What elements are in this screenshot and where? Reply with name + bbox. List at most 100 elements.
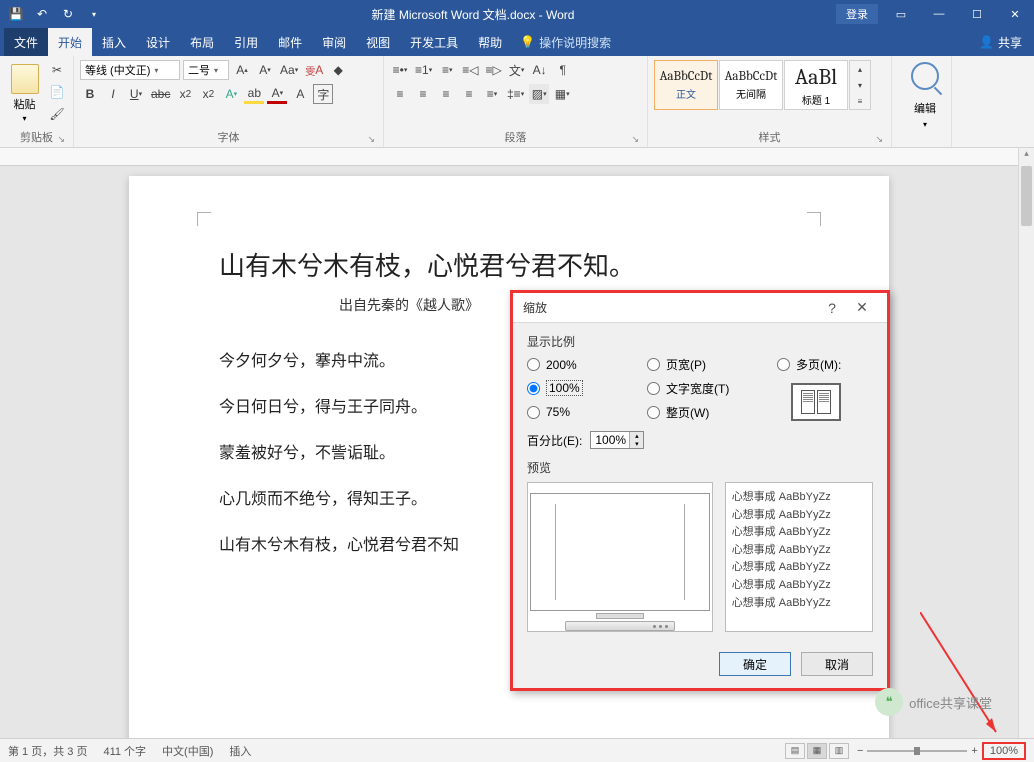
zoom-75[interactable]: 75% — [527, 403, 637, 421]
numbering-icon[interactable]: ≡1▾ — [413, 60, 434, 80]
minimize-icon[interactable]: — — [920, 0, 958, 28]
style-nospacing[interactable]: AaBbCcDt 无间隔 — [719, 60, 783, 110]
font-name-combo[interactable]: 等线 (中文正)▾ — [80, 60, 180, 80]
tab-insert[interactable]: 插入 — [92, 28, 136, 56]
zoom-out-icon[interactable]: − — [857, 745, 863, 757]
dialog-close-icon[interactable]: ✕ — [847, 299, 877, 316]
tab-references[interactable]: 引用 — [224, 28, 268, 56]
ribbon-options-icon[interactable]: ▭ — [882, 0, 920, 28]
grow-font-icon[interactable]: A▴ — [232, 60, 252, 80]
tab-file[interactable]: 文件 — [4, 28, 48, 56]
save-icon[interactable]: 💾 — [6, 4, 26, 24]
view-print-icon[interactable]: ▦ — [807, 743, 827, 759]
ok-button[interactable]: 确定 — [719, 652, 791, 676]
change-case-icon[interactable]: Aa▾ — [278, 60, 300, 80]
zoom-slider[interactable]: − + — [857, 745, 978, 757]
zoom-wholepage[interactable]: 整页(W) — [647, 403, 767, 421]
maximize-icon[interactable]: ☐ — [958, 0, 996, 28]
tab-review[interactable]: 审阅 — [312, 28, 356, 56]
shrink-font-icon[interactable]: A▾ — [255, 60, 275, 80]
decrease-indent-icon[interactable]: ≡◁ — [460, 60, 480, 80]
format-painter-icon[interactable]: 🖌 — [47, 104, 67, 124]
increase-indent-icon[interactable]: ≡▷ — [483, 60, 503, 80]
style-up-icon[interactable]: ▴ — [850, 61, 870, 77]
tab-design[interactable]: 设计 — [136, 28, 180, 56]
align-right-icon[interactable]: ≡ — [436, 84, 456, 104]
zoom-100[interactable]: 100% — [527, 379, 637, 397]
show-marks-icon[interactable]: ¶ — [553, 60, 573, 80]
tell-me-search[interactable]: 💡 操作说明搜索 — [520, 34, 611, 51]
zoom-multipage[interactable]: 多页(M): — [777, 356, 877, 373]
zoom-pagewidth[interactable]: 页宽(P) — [647, 356, 767, 373]
font-size-combo[interactable]: 二号▾ — [183, 60, 229, 80]
paste-button[interactable]: 粘贴 ▾ — [6, 60, 43, 127]
align-left-icon[interactable]: ≡ — [390, 84, 410, 104]
spin-up-icon[interactable]: ▴ — [629, 432, 643, 440]
status-wordcount[interactable]: 411 个字 — [103, 743, 146, 759]
spin-down-icon[interactable]: ▾ — [629, 440, 643, 448]
clipboard-launcher-icon[interactable]: ↘ — [57, 134, 65, 145]
line-spacing-icon[interactable]: ‡≡▾ — [505, 84, 526, 104]
clear-format-icon[interactable]: ◆ — [328, 60, 348, 80]
para-launcher-icon[interactable]: ↘ — [631, 134, 639, 145]
style-more-icon[interactable]: ≡ — [850, 93, 870, 109]
scroll-thumb[interactable] — [1021, 166, 1032, 226]
dialog-help-icon[interactable]: ? — [817, 300, 847, 316]
find-icon[interactable] — [911, 62, 939, 90]
styles-launcher-icon[interactable]: ↘ — [875, 134, 883, 145]
style-heading1[interactable]: AaBl 标题 1 — [784, 60, 848, 110]
copy-icon[interactable]: 📄 — [47, 82, 67, 102]
close-icon[interactable]: ✕ — [996, 0, 1034, 28]
zoom-textwidth[interactable]: 文字宽度(T) — [647, 379, 767, 397]
style-normal[interactable]: AaBbCcDt 正文 — [654, 60, 718, 110]
tab-developer[interactable]: 开发工具 — [400, 28, 468, 56]
strikethrough-button[interactable]: abc — [149, 84, 172, 104]
bold-button[interactable]: B — [80, 84, 100, 104]
percent-spinbox[interactable]: 100% ▴▾ — [590, 431, 644, 449]
zoom-200[interactable]: 200% — [527, 356, 637, 373]
font-launcher-icon[interactable]: ↘ — [367, 134, 375, 145]
enclose-char-icon[interactable]: A — [290, 84, 310, 104]
borders-icon[interactable]: ▦▾ — [552, 84, 572, 104]
shading-icon[interactable]: ▨▾ — [529, 84, 549, 104]
tab-view[interactable]: 视图 — [356, 28, 400, 56]
status-insert-mode[interactable]: 插入 — [229, 743, 251, 759]
undo-icon[interactable]: ↶ — [32, 4, 52, 24]
sort-icon[interactable]: A↓ — [530, 60, 550, 80]
justify-icon[interactable]: ≡ — [459, 84, 479, 104]
subscript-button[interactable]: x2 — [175, 84, 195, 104]
zoom-in-icon[interactable]: + — [971, 745, 977, 757]
zoom-percent[interactable]: 100% — [982, 742, 1026, 760]
scroll-up-icon[interactable]: ▴ — [1019, 148, 1034, 164]
vertical-scrollbar[interactable]: ▴ — [1018, 148, 1034, 738]
superscript-button[interactable]: x2 — [198, 84, 218, 104]
status-page[interactable]: 第 1 页，共 3 页 — [8, 743, 87, 759]
doc-title[interactable]: 山有木兮木有枝，心悦君兮君不知。 — [219, 246, 799, 283]
asian-layout-icon[interactable]: 文▾ — [507, 60, 527, 80]
underline-button[interactable]: U▾ — [126, 84, 146, 104]
text-effects-icon[interactable]: A▾ — [221, 84, 241, 104]
tab-help[interactable]: 帮助 — [468, 28, 512, 56]
cancel-button[interactable]: 取消 — [801, 652, 873, 676]
tab-layout[interactable]: 布局 — [180, 28, 224, 56]
char-border-icon[interactable]: 字 — [313, 84, 333, 104]
redo-icon[interactable]: ↻ — [58, 4, 78, 24]
view-read-icon[interactable]: ▤ — [785, 743, 805, 759]
login-button[interactable]: 登录 — [836, 4, 878, 24]
bullets-icon[interactable]: ≡•▾ — [390, 60, 410, 80]
tab-home[interactable]: 开始 — [48, 28, 92, 56]
italic-button[interactable]: I — [103, 84, 123, 104]
font-color-icon[interactable]: A▾ — [267, 84, 287, 104]
multilevel-icon[interactable]: ≡▾ — [437, 60, 457, 80]
share-button[interactable]: 👤 共享 — [979, 34, 1022, 51]
qat-dropdown-icon[interactable]: ▾ — [84, 4, 104, 24]
cut-icon[interactable]: ✂ — [47, 60, 67, 80]
status-language[interactable]: 中文(中国) — [162, 743, 213, 759]
distribute-icon[interactable]: ≡▾ — [482, 84, 502, 104]
phonetic-icon[interactable]: 雯A — [303, 60, 325, 80]
highlight-icon[interactable]: ab — [244, 84, 264, 104]
align-center-icon[interactable]: ≡ — [413, 84, 433, 104]
style-down-icon[interactable]: ▾ — [850, 77, 870, 93]
horizontal-ruler[interactable] — [0, 148, 1018, 166]
tab-mail[interactable]: 邮件 — [268, 28, 312, 56]
